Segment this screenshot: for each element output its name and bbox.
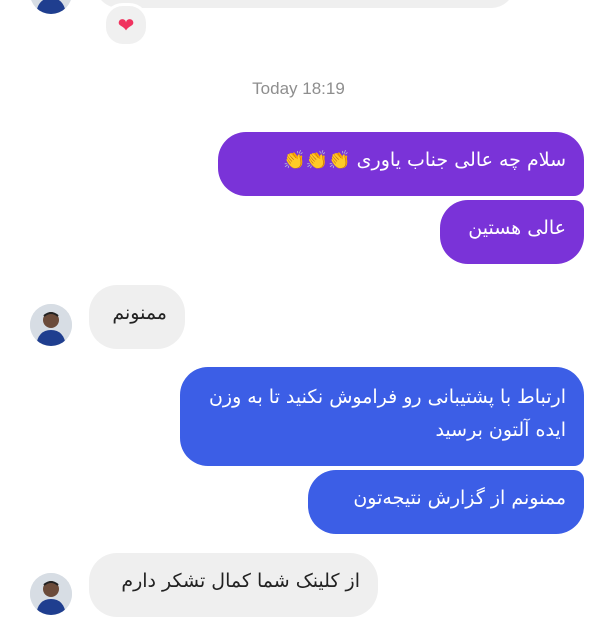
timestamp: Today 18:19 bbox=[252, 79, 345, 98]
incoming-message[interactable]: ممنونم bbox=[89, 285, 185, 349]
message-text: از کلینک شما کمال تشکر دارم bbox=[121, 570, 360, 592]
outgoing-message[interactable]: ممنونم از گزارش نتیجه‌تون bbox=[308, 470, 584, 534]
message-text: ارتباط با پشتیبانی رو فراموش نکنید تا به… bbox=[208, 386, 566, 441]
outgoing-message[interactable]: عالی هستین bbox=[440, 200, 584, 264]
message-text: ممنونم bbox=[112, 302, 167, 324]
avatar[interactable] bbox=[30, 0, 72, 14]
message-text: ممنونم از گزارش نتیجه‌تون bbox=[353, 487, 566, 509]
avatar[interactable] bbox=[30, 573, 72, 615]
clapping-hands-icon: 👏👏👏 bbox=[283, 150, 351, 171]
outgoing-message[interactable]: سلام چه عالی جناب یاوری 👏👏👏 bbox=[218, 132, 584, 196]
reaction-badge[interactable]: ❤ bbox=[103, 3, 149, 47]
outgoing-message[interactable]: ارتباط با پشتیبانی رو فراموش نکنید تا به… bbox=[180, 367, 584, 466]
message-text: سلام چه عالی جناب یاوری bbox=[356, 149, 566, 171]
message-text: عالی هستین bbox=[468, 217, 566, 239]
incoming-bubble-partial bbox=[95, 0, 515, 8]
heart-icon: ❤ bbox=[117, 13, 135, 37]
incoming-message[interactable]: از کلینک شما کمال تشکر دارم bbox=[89, 553, 378, 617]
avatar[interactable] bbox=[30, 304, 72, 346]
